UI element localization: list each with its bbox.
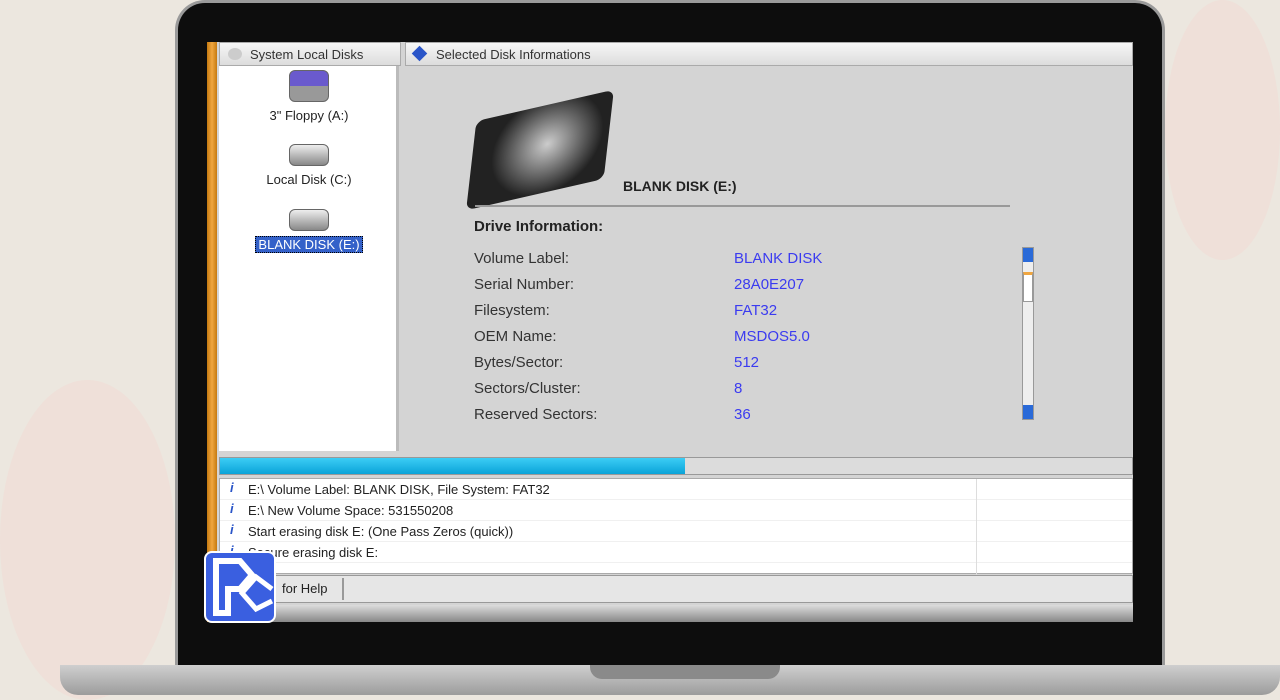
drive-info-row: Serial Number: 28A0E207	[474, 276, 804, 293]
log-entry: Secure erasing disk E:	[220, 542, 1132, 563]
field-label: Sectors/Cluster:	[474, 380, 581, 397]
column-divider	[976, 479, 977, 575]
app-window: System Local Disks Selected Disk Informa…	[207, 42, 1133, 622]
field-value: 28A0E207	[734, 276, 805, 293]
field-label: Serial Number:	[474, 276, 575, 293]
hard-drive-icon	[289, 144, 329, 166]
field-label: Bytes/Sector:	[474, 354, 564, 371]
drive-label: BLANK DISK (E:)	[255, 236, 363, 253]
field-value: 512	[734, 354, 760, 371]
section-title: Drive Information:	[474, 218, 604, 235]
divider	[475, 205, 1010, 207]
drive-item-e[interactable]: BLANK DISK (E:)	[219, 209, 399, 253]
bottom-bar	[219, 605, 1133, 622]
right-panel-header: Selected Disk Informations	[405, 42, 1133, 66]
info-icon	[411, 45, 428, 62]
status-bar: for Help	[219, 575, 1133, 603]
drive-info-row: Bytes/Sector: 512	[474, 354, 759, 371]
drive-item-c[interactable]: Local Disk (C:)	[219, 144, 399, 187]
left-panel-title: System Local Disks	[250, 47, 364, 62]
drive-item-floppy[interactable]: 3" Floppy (A:)	[219, 70, 399, 123]
drive-label: 3" Floppy (A:)	[269, 108, 349, 123]
floppy-drive-icon	[289, 70, 329, 102]
log-entry: E:\ Volume Label: BLANK DISK, File Syste…	[220, 479, 1132, 500]
background-shape	[0, 380, 175, 700]
progress-fill	[220, 458, 686, 474]
drive-info-row: Sectors/Cluster: 8	[474, 380, 742, 397]
disk-icon	[228, 48, 242, 60]
pc-logo	[204, 551, 276, 623]
drive-list: 3" Floppy (A:) Local Disk (C:) BLANK DIS…	[219, 66, 399, 451]
window-edge	[207, 42, 217, 622]
field-label: Reserved Sectors:	[474, 406, 598, 423]
log-list: E:\ Volume Label: BLANK DISK, File Syste…	[219, 478, 1133, 575]
scroll-thumb[interactable]	[1023, 272, 1033, 302]
log-entry: E:\ New Volume Space: 531550208	[220, 500, 1132, 521]
field-value: BLANK DISK	[734, 250, 823, 267]
field-label: Volume Label:	[474, 250, 570, 267]
erase-progress-bar	[219, 457, 1133, 475]
field-label: Filesystem:	[474, 302, 550, 319]
hard-drive-icon	[289, 209, 329, 231]
drive-label: Local Disk (C:)	[266, 172, 352, 187]
disk-name: BLANK DISK (E:)	[623, 178, 737, 194]
field-label: OEM Name:	[474, 328, 557, 345]
scrollbar[interactable]	[1022, 247, 1034, 420]
right-panel-title: Selected Disk Informations	[436, 47, 591, 62]
drive-info-row: OEM Name: MSDOS5.0	[474, 328, 810, 345]
drive-info-row: Reserved Sectors: 36	[474, 406, 751, 423]
log-entry: Start erasing disk E: (One Pass Zeros (q…	[220, 521, 1132, 542]
laptop-notch	[590, 665, 780, 679]
hard-disk-image	[466, 89, 614, 211]
scroll-up-button[interactable]	[1023, 248, 1033, 262]
field-value: MSDOS5.0	[734, 328, 810, 345]
field-value: FAT32	[734, 302, 778, 319]
scroll-down-button[interactable]	[1023, 405, 1033, 419]
background-shape	[1165, 0, 1280, 260]
drive-info-row: Volume Label: BLANK DISK	[474, 250, 822, 267]
field-value: 8	[734, 380, 743, 397]
left-panel-header: System Local Disks	[219, 42, 401, 66]
drive-info-row: Filesystem: FAT32	[474, 302, 777, 319]
field-value: 36	[734, 406, 751, 423]
